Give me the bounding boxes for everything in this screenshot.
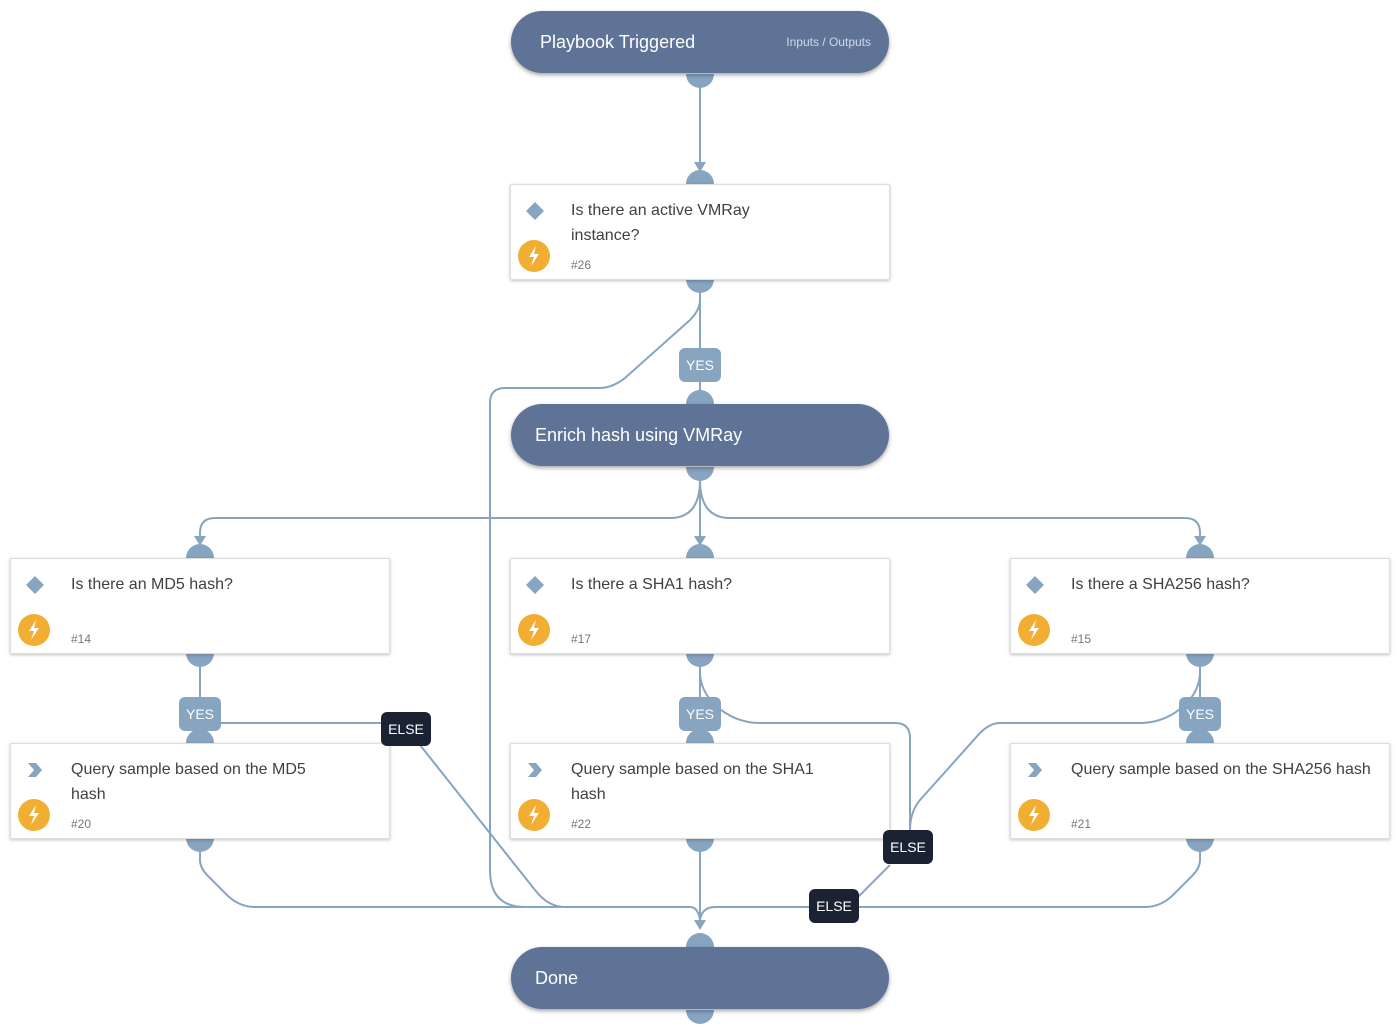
node-sha1-check[interactable]: Is there a SHA1 hash? #17 (510, 558, 890, 654)
yes-label-md5[interactable]: YES (179, 697, 221, 731)
node-md5-check[interactable]: Is there an MD5 hash? #14 (10, 558, 390, 654)
else-label-instance[interactable]: ELSE (809, 889, 859, 923)
node-id: #17 (571, 632, 592, 646)
node-title: Is there a SHA256 hash? (1071, 576, 1250, 593)
port-out (186, 838, 214, 852)
edge-sha256-query-to-done (699, 845, 1201, 921)
edge-enrich-to-sha256 (699, 479, 1201, 540)
action-chevron-icon (528, 763, 542, 777)
node-query-sha1[interactable]: Query sample based on the SHA1 hash #22 (510, 743, 890, 839)
port-in (686, 933, 714, 947)
automation-icon (518, 240, 550, 272)
yes-label-sha256[interactable]: YES (1179, 697, 1221, 731)
node-title: Enrich hash using VMRay (535, 424, 743, 445)
port-out (686, 74, 714, 88)
condition-icon (526, 202, 544, 220)
port-in (686, 729, 714, 743)
node-id: #26 (571, 258, 592, 272)
edge-else-to-done (715, 864, 891, 908)
automation-icon (18, 799, 50, 831)
port-out (686, 467, 714, 481)
node-id: #20 (71, 817, 92, 831)
automation-icon (1018, 799, 1050, 831)
edge-enrich-to-md5 (199, 479, 701, 540)
inputs-outputs-link[interactable]: Inputs / Outputs (786, 35, 871, 49)
port-out (186, 653, 214, 667)
port-out (686, 1010, 714, 1024)
yes-label-sha1[interactable]: YES (679, 697, 721, 731)
port-in (186, 729, 214, 743)
automation-icon (18, 614, 50, 646)
automation-icon (1018, 614, 1050, 646)
else-label-md5[interactable]: ELSE (381, 712, 431, 746)
node-title: Query sample based on the SHA256 hash (1071, 761, 1371, 778)
node-id: #14 (71, 632, 92, 646)
action-chevron-icon (1028, 763, 1042, 777)
port-out (686, 838, 714, 852)
yes-label-instance[interactable]: YES (679, 348, 721, 382)
node-title: Is there a SHA1 hash? (571, 576, 732, 593)
edge-merge-left (689, 906, 701, 921)
node-sha256-check[interactable]: Is there a SHA256 hash? #15 (1010, 558, 1390, 654)
node-query-sha256[interactable]: Query sample based on the SHA256 hash #2… (1010, 743, 1390, 839)
node-title: Done (535, 967, 579, 988)
edge-md5-query-to-done (199, 845, 690, 908)
condition-icon (1026, 576, 1044, 594)
port-in (1186, 729, 1214, 743)
automation-icon (518, 614, 550, 646)
port-out (1186, 838, 1214, 852)
node-id: #15 (1071, 632, 1092, 646)
port-out (1186, 653, 1214, 667)
node-enrich-hash[interactable]: Enrich hash using VMRay (511, 404, 889, 466)
edges-layer (186, 74, 1214, 1024)
action-chevron-icon (28, 763, 42, 777)
automation-icon (518, 799, 550, 831)
port-in (686, 170, 714, 184)
condition-icon (526, 576, 544, 594)
port-out (686, 653, 714, 667)
node-id: #22 (571, 817, 592, 831)
node-title: Query sample based on the MD5 hash (71, 761, 306, 803)
node-title: Is there an MD5 hash? (71, 576, 233, 593)
port-out (686, 279, 714, 293)
condition-icon (26, 576, 44, 594)
node-playbook-triggered[interactable]: Playbook Triggered Inputs / Outputs (511, 11, 889, 73)
arrowhead (694, 920, 706, 930)
port-in (686, 390, 714, 404)
port-in (186, 544, 214, 558)
node-id: #21 (1071, 817, 1092, 831)
node-query-md5[interactable]: Query sample based on the MD5 hash #20 (10, 743, 390, 839)
node-done[interactable]: Done (511, 947, 889, 1009)
else-label-sha1-sha256[interactable]: ELSE (883, 830, 933, 864)
node-title: Is there an active VMRay instance? (571, 202, 750, 244)
port-in (1186, 544, 1214, 558)
port-in (686, 544, 714, 558)
node-title: Playbook Triggered (540, 31, 696, 52)
node-instance-check[interactable]: Is there an active VMRay instance? #26 (510, 184, 890, 280)
node-title: Query sample based on the SHA1 hash (571, 761, 814, 803)
